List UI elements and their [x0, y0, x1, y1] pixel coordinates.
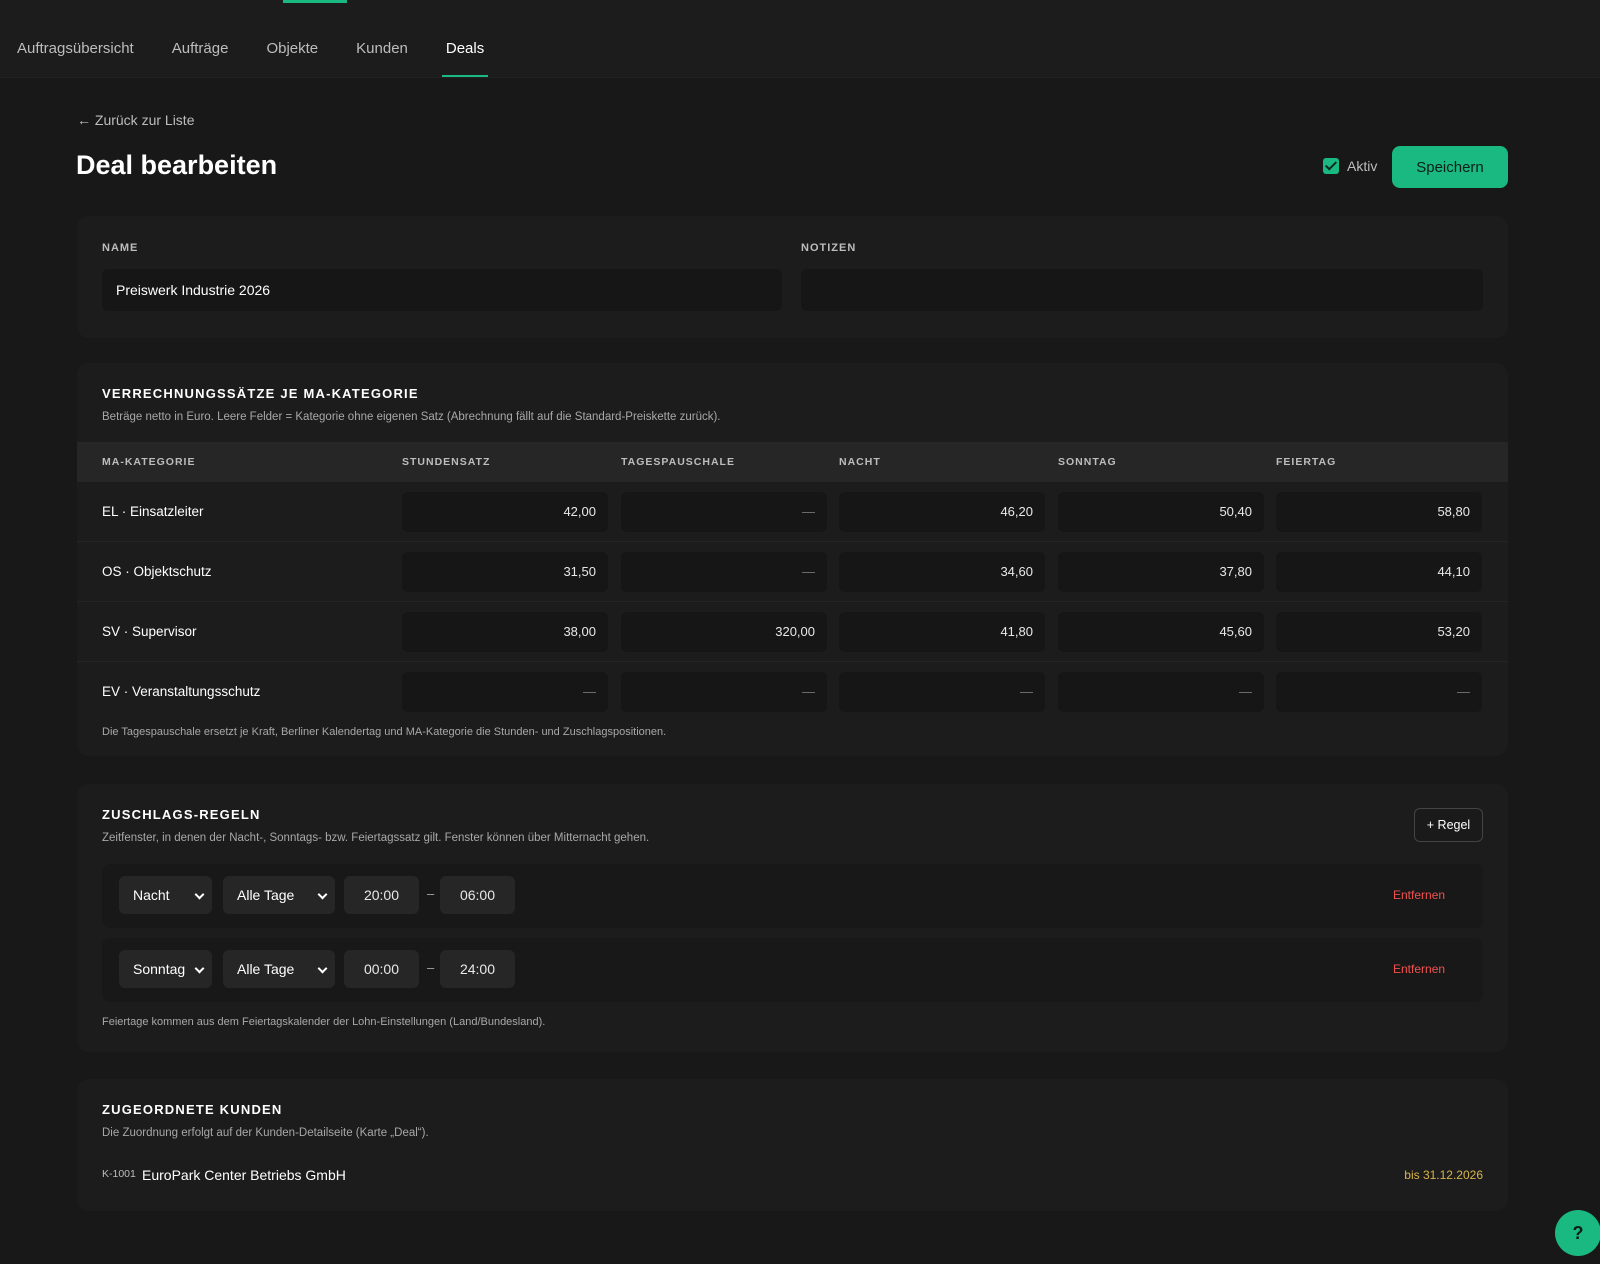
time-separator: –: [427, 960, 435, 975]
nav-item-auftraege[interactable]: Aufträge: [172, 40, 229, 78]
rule-row: Sonntag Alle Tage 00:00 – 24:00 Entferne…: [102, 938, 1483, 1002]
row-category-label: OS · Objektschutz: [102, 564, 212, 579]
chevron-down-icon: [194, 889, 205, 900]
remove-rule-button[interactable]: Entfernen: [1393, 962, 1445, 976]
nav-item-auftragsuebersicht[interactable]: Auftragsübersicht: [17, 40, 134, 78]
customer-id: K-1001: [102, 1168, 136, 1180]
rate-input-stundensatz[interactable]: 42,00: [402, 492, 608, 532]
rates-subtitle: Beträge netto in Euro. Leere Felder = Ka…: [102, 411, 721, 423]
chevron-down-icon: [317, 889, 328, 900]
top-active-indicator: [283, 0, 347, 3]
name-input[interactable]: Preiswerk Industrie 2026: [102, 269, 782, 311]
rates-title: VERRECHNUNGSSÄTZE JE MA-KATEGORIE: [102, 386, 419, 401]
rate-input-feiertag[interactable]: 53,20: [1276, 612, 1482, 652]
rate-input-tagespauschale[interactable]: —: [621, 492, 827, 532]
rule-time-to[interactable]: 24:00: [440, 950, 515, 988]
customers-title: ZUGEORDNETE KUNDEN: [102, 1102, 283, 1117]
rate-input-sonntag[interactable]: —: [1058, 672, 1264, 712]
column-header-category: MA-KATEGORIE: [102, 456, 196, 468]
rule-type-value: Nacht: [133, 887, 170, 903]
customers-card: ZUGEORDNETE KUNDEN Die Zuordnung erfolgt…: [77, 1079, 1508, 1211]
rate-input-sonntag[interactable]: 37,80: [1058, 552, 1264, 592]
customers-subtitle: Die Zuordnung erfolgt auf der Kunden-Det…: [102, 1127, 429, 1139]
rate-input-nacht[interactable]: 34,60: [839, 552, 1045, 592]
table-row: EV · Veranstaltungsschutz — — — — —: [77, 662, 1508, 722]
remove-rule-button[interactable]: Entfernen: [1393, 888, 1445, 902]
rates-card: VERRECHNUNGSSÄTZE JE MA-KATEGORIE Beträg…: [77, 363, 1508, 756]
column-header-sonntag: SONNTAG: [1058, 456, 1117, 468]
rate-input-stundensatz[interactable]: —: [402, 672, 608, 712]
rule-type-select[interactable]: Nacht: [119, 876, 212, 914]
rate-input-feiertag[interactable]: 58,80: [1276, 492, 1482, 532]
rules-card: ZUSCHLAGS-REGELN Zeitfenster, in denen d…: [77, 784, 1508, 1052]
table-row: OS · Objektschutz 31,50 — 34,60 37,80 44…: [77, 542, 1508, 602]
rule-time-to[interactable]: 06:00: [440, 876, 515, 914]
name-label: NAME: [102, 242, 139, 254]
rule-days-select[interactable]: Alle Tage: [223, 876, 335, 914]
table-row: EL · Einsatzleiter 42,00 — 46,20 50,40 5…: [77, 482, 1508, 542]
rate-input-nacht[interactable]: —: [839, 672, 1045, 712]
aktiv-toggle[interactable]: Aktiv: [1323, 158, 1377, 174]
row-category-label: SV · Supervisor: [102, 624, 197, 639]
rate-input-sonntag[interactable]: 50,40: [1058, 492, 1264, 532]
row-category-label: EV · Veranstaltungsschutz: [102, 684, 261, 699]
nav-item-deals[interactable]: Deals: [441, 40, 489, 78]
table-row: SV · Supervisor 38,00 320,00 41,80 45,60…: [77, 602, 1508, 662]
rate-input-stundensatz[interactable]: 38,00: [402, 612, 608, 652]
chevron-down-icon: [194, 963, 205, 974]
page-title: Deal bearbeiten: [76, 150, 278, 180]
rate-input-feiertag[interactable]: 44,10: [1276, 552, 1482, 592]
nav-item-kunden[interactable]: Kunden: [356, 40, 408, 78]
row-category-label: EL · Einsatzleiter: [102, 504, 204, 519]
rule-row: Nacht Alle Tage 20:00 – 06:00 Entfernen: [102, 864, 1483, 928]
rate-input-nacht[interactable]: 41,80: [839, 612, 1045, 652]
main-nav: Auftragsübersicht Aufträge Objekte Kunde…: [17, 40, 522, 78]
rates-footnote: Die Tagespauschale ersetzt je Kraft, Ber…: [102, 726, 667, 738]
chevron-down-icon: [317, 963, 328, 974]
rate-input-feiertag[interactable]: —: [1276, 672, 1482, 712]
rate-input-nacht[interactable]: 46,20: [839, 492, 1045, 532]
aktiv-label: Aktiv: [1347, 158, 1378, 174]
rules-footnote: Feiertage kommen aus dem Feiertagskalend…: [102, 1016, 546, 1028]
rule-days-value: Alle Tage: [237, 961, 295, 977]
time-separator: –: [427, 886, 435, 901]
rate-input-stundensatz[interactable]: 31,50: [402, 552, 608, 592]
notes-input[interactable]: [801, 269, 1483, 311]
add-rule-button[interactable]: + Regel: [1414, 808, 1483, 842]
top-navigation-bar: Auftragsübersicht Aufträge Objekte Kunde…: [0, 0, 1600, 78]
rules-subtitle: Zeitfenster, in denen der Nacht-, Sonnta…: [102, 832, 650, 844]
rule-type-value: Sonntag: [133, 961, 186, 977]
rule-days-select[interactable]: Alle Tage: [223, 950, 335, 988]
nav-item-objekte[interactable]: Objekte: [266, 40, 318, 78]
save-button[interactable]: Speichern: [1392, 146, 1508, 188]
rule-days-value: Alle Tage: [237, 887, 295, 903]
help-button[interactable]: ?: [1555, 1210, 1600, 1256]
column-header-stundensatz: STUNDENSATZ: [402, 456, 491, 468]
rate-input-tagespauschale[interactable]: —: [621, 552, 827, 592]
details-card: NAME Preiswerk Industrie 2026 NOTIZEN: [77, 216, 1508, 338]
rules-title: ZUSCHLAGS-REGELN: [102, 807, 261, 822]
notes-label: NOTIZEN: [801, 242, 857, 254]
rate-input-sonntag[interactable]: 45,60: [1058, 612, 1264, 652]
column-header-nacht: NACHT: [839, 456, 881, 468]
rate-input-tagespauschale[interactable]: —: [621, 672, 827, 712]
rate-input-tagespauschale[interactable]: 320,00: [621, 612, 827, 652]
rates-table-header: MA-KATEGORIE STUNDENSATZ TAGESPAUSCHALE …: [77, 442, 1508, 482]
rule-time-from[interactable]: 00:00: [344, 950, 419, 988]
rule-type-select[interactable]: Sonntag: [119, 950, 212, 988]
customer-name[interactable]: EuroPark Center Betriebs GmbH: [142, 1167, 346, 1183]
column-header-feiertag: FEIERTAG: [1276, 456, 1337, 468]
customer-valid-until: bis 31.12.2026: [1404, 1168, 1483, 1182]
back-to-list-link[interactable]: ← Zurück zur Liste: [77, 112, 194, 128]
column-header-tagespauschale: TAGESPAUSCHALE: [621, 456, 735, 468]
rule-time-from[interactable]: 20:00: [344, 876, 419, 914]
aktiv-checkbox[interactable]: [1323, 158, 1339, 174]
